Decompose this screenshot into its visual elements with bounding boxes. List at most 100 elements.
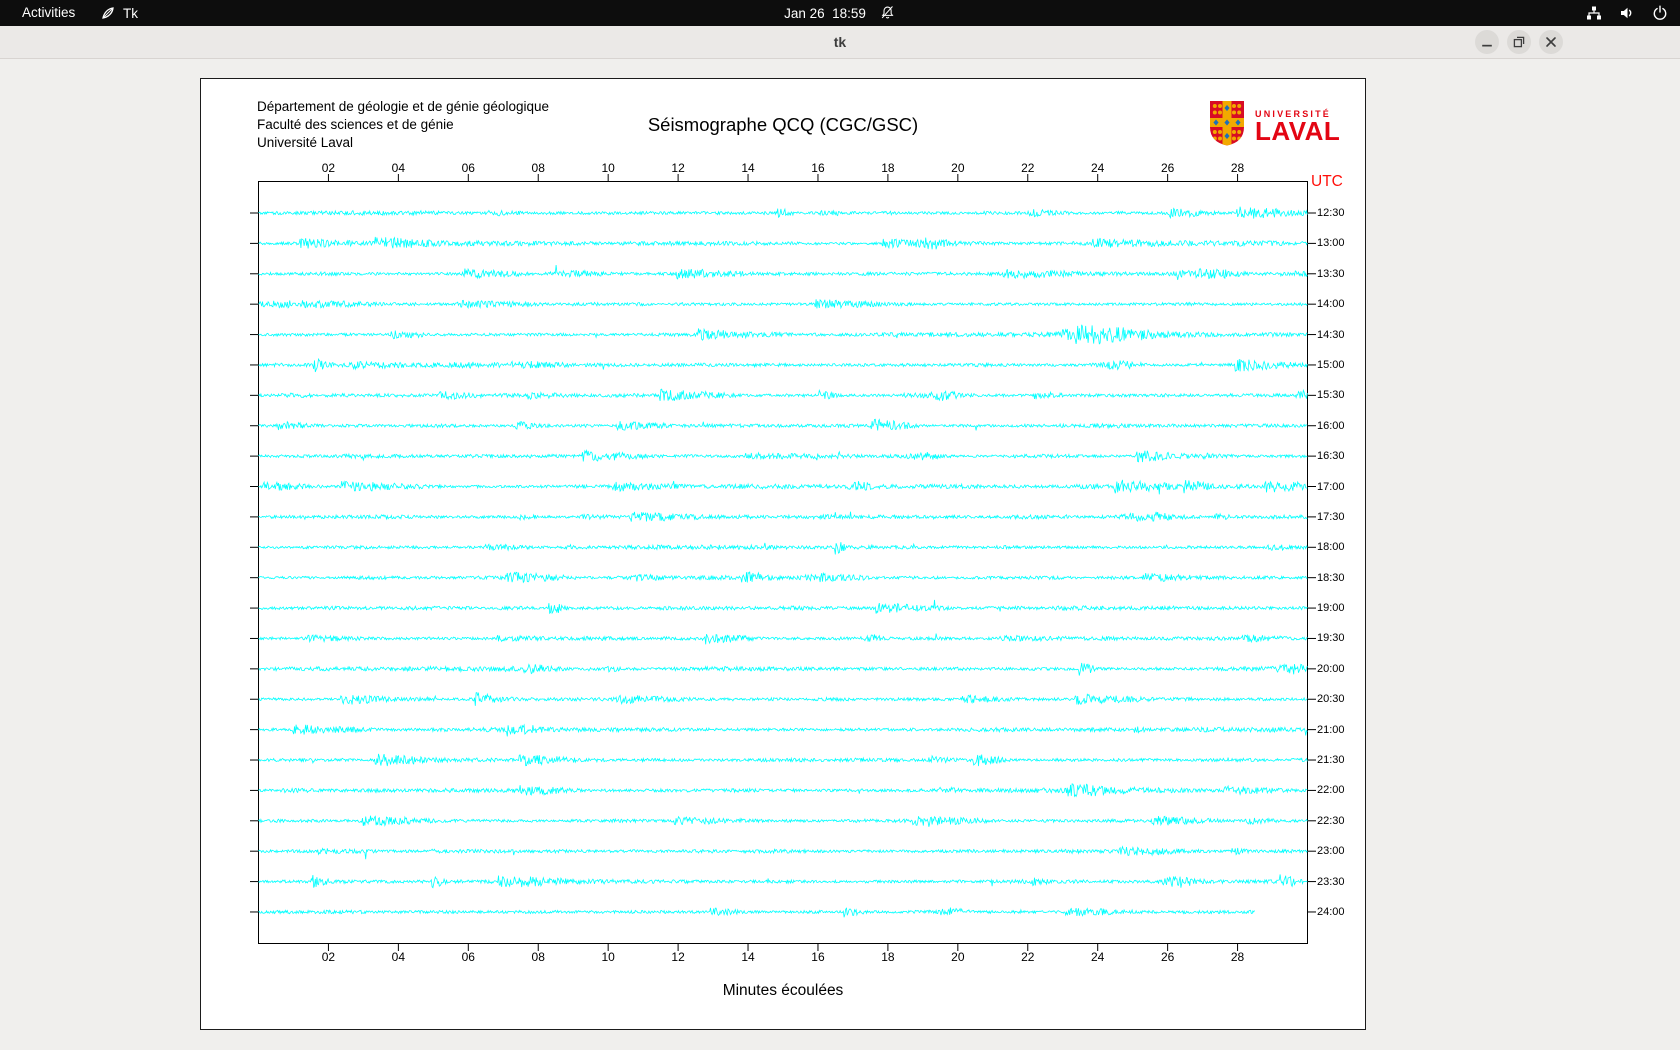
window-title: tk xyxy=(833,34,847,50)
seismogram-trace xyxy=(258,511,1308,523)
trace-time-label: 19:30 xyxy=(1317,632,1345,645)
institution-line: Université Laval xyxy=(257,135,354,150)
trace-time-label: 16:00 xyxy=(1317,419,1345,432)
seismogram-trace xyxy=(258,206,1308,220)
trace-time-label: 23:30 xyxy=(1317,875,1345,888)
x-tick-label-bottom: 12 xyxy=(671,950,685,964)
clock-menu[interactable]: Jan 26 18:59 xyxy=(784,0,896,26)
utc-axis-label: UTC xyxy=(1311,173,1343,190)
seismogram-trace xyxy=(258,324,1308,345)
trace-time-label: 22:30 xyxy=(1317,814,1345,827)
x-tick-label-bottom: 20 xyxy=(951,950,965,964)
volume-icon xyxy=(1619,5,1635,21)
x-tick-label-top: 22 xyxy=(1021,161,1035,175)
trace-time-label: 15:30 xyxy=(1317,389,1345,402)
gnome-top-bar: Activities Tk Jan 26 18:59 xyxy=(0,0,1680,26)
x-tick-label-bottom: 02 xyxy=(321,950,336,964)
x-tick-label-bottom: 18 xyxy=(881,950,895,964)
trace-time-label: 24:00 xyxy=(1317,905,1345,918)
x-tick-label-bottom: 08 xyxy=(531,950,545,964)
x-tick-label-bottom: 04 xyxy=(391,950,406,964)
x-tick-label-top: 18 xyxy=(881,161,895,175)
x-tick-label-bottom: 28 xyxy=(1230,950,1245,964)
x-tick-label-top: 04 xyxy=(391,161,406,175)
seismogram-trace xyxy=(258,388,1308,402)
x-tick-label-top: 24 xyxy=(1091,161,1105,175)
seismogram-trace xyxy=(258,449,1308,463)
laval-shield-icon xyxy=(1208,99,1246,152)
x-tick-label-top: 02 xyxy=(321,161,336,175)
seismogram-trace xyxy=(258,265,1308,280)
system-status-area[interactable] xyxy=(1586,0,1668,26)
seismogram-trace xyxy=(258,357,1308,373)
seismogram-trace xyxy=(258,907,1255,918)
seismogram-trace xyxy=(258,723,1308,737)
trace-time-label: 17:00 xyxy=(1317,480,1345,493)
restore-icon xyxy=(1513,36,1525,48)
focused-app-menu[interactable]: Tk xyxy=(100,0,138,26)
network-icon xyxy=(1586,5,1602,21)
seismogram-trace xyxy=(258,633,1308,645)
seismogram-trace xyxy=(258,479,1308,495)
x-tick-label-bottom: 26 xyxy=(1160,950,1175,964)
trace-time-label: 22:00 xyxy=(1317,784,1345,797)
minimize-icon xyxy=(1482,44,1492,47)
x-tick-label-top: 16 xyxy=(811,161,825,175)
trace-time-label: 18:30 xyxy=(1317,571,1345,584)
close-icon xyxy=(1546,37,1556,47)
window-titlebar[interactable]: tk xyxy=(0,26,1680,59)
x-tick-label-bottom: 10 xyxy=(601,950,615,964)
seismogram-trace xyxy=(258,298,1308,310)
trace-time-label: 21:00 xyxy=(1317,723,1345,736)
seismogram-trace xyxy=(258,753,1308,767)
power-icon xyxy=(1652,5,1668,21)
desktop: { "topbar": { "activities_label": "Activ… xyxy=(0,0,1680,1050)
logo-word-laval: LAVAL xyxy=(1255,115,1341,146)
x-tick-label-top: 10 xyxy=(601,161,615,175)
chart-title: Séismographe QCQ (CGC/GSC) xyxy=(647,114,919,135)
x-tick-label-top: 06 xyxy=(461,161,475,175)
trace-time-label: 14:00 xyxy=(1317,298,1345,311)
universite-laval-logo: UNIVERSITÉ LAVAL xyxy=(1208,99,1340,152)
seismogram-trace xyxy=(258,783,1308,798)
window-content: Département de géologie et de génie géol… xyxy=(0,58,1680,1050)
tk-feather-icon xyxy=(100,5,116,21)
seismogram-trace xyxy=(258,815,1308,827)
x-tick-label-top: 08 xyxy=(531,161,545,175)
trace-time-label: 23:00 xyxy=(1317,845,1345,858)
x-tick-label-bottom: 06 xyxy=(461,950,475,964)
x-tick-label-top: 26 xyxy=(1160,161,1175,175)
x-tick-label-top: 20 xyxy=(951,161,965,175)
x-tick-label-bottom: 16 xyxy=(811,950,825,964)
x-tick-label-bottom: 14 xyxy=(741,950,755,964)
seismogram-trace xyxy=(258,236,1308,250)
seismogram-trace xyxy=(258,571,1308,584)
trace-time-label: 20:00 xyxy=(1317,662,1345,675)
seismogram-trace xyxy=(258,599,1308,615)
activities-button[interactable]: Activities xyxy=(14,0,83,26)
trace-time-label: 16:30 xyxy=(1317,450,1345,463)
x-axis-title: Minutes écoulées xyxy=(722,982,844,999)
trace-time-label: 20:30 xyxy=(1317,693,1345,706)
trace-time-label: 14:30 xyxy=(1317,328,1345,341)
close-button[interactable] xyxy=(1539,30,1563,54)
trace-time-label: 17:30 xyxy=(1317,510,1345,523)
trace-time-label: 13:30 xyxy=(1317,267,1345,280)
minimize-button[interactable] xyxy=(1475,30,1499,54)
seismograph-canvas: Département de géologie et de génie géol… xyxy=(200,78,1366,1030)
trace-time-label: 13:00 xyxy=(1317,237,1345,250)
seismogram-trace xyxy=(258,845,1308,860)
x-tick-label-top: 28 xyxy=(1230,161,1245,175)
seismogram-trace xyxy=(258,691,1308,706)
x-tick-label-bottom: 22 xyxy=(1021,950,1035,964)
plot-frame xyxy=(258,181,1308,944)
trace-time-label: 18:00 xyxy=(1317,541,1345,554)
seismogram-trace xyxy=(258,662,1308,676)
notifications-disabled-icon xyxy=(880,5,896,21)
seismogram-trace xyxy=(258,542,1308,555)
trace-time-label: 12:30 xyxy=(1317,207,1345,219)
x-tick-label-top: 14 xyxy=(741,161,755,175)
trace-time-label: 19:00 xyxy=(1317,602,1345,615)
x-tick-label-top: 12 xyxy=(671,161,685,175)
maximize-button[interactable] xyxy=(1507,30,1531,54)
